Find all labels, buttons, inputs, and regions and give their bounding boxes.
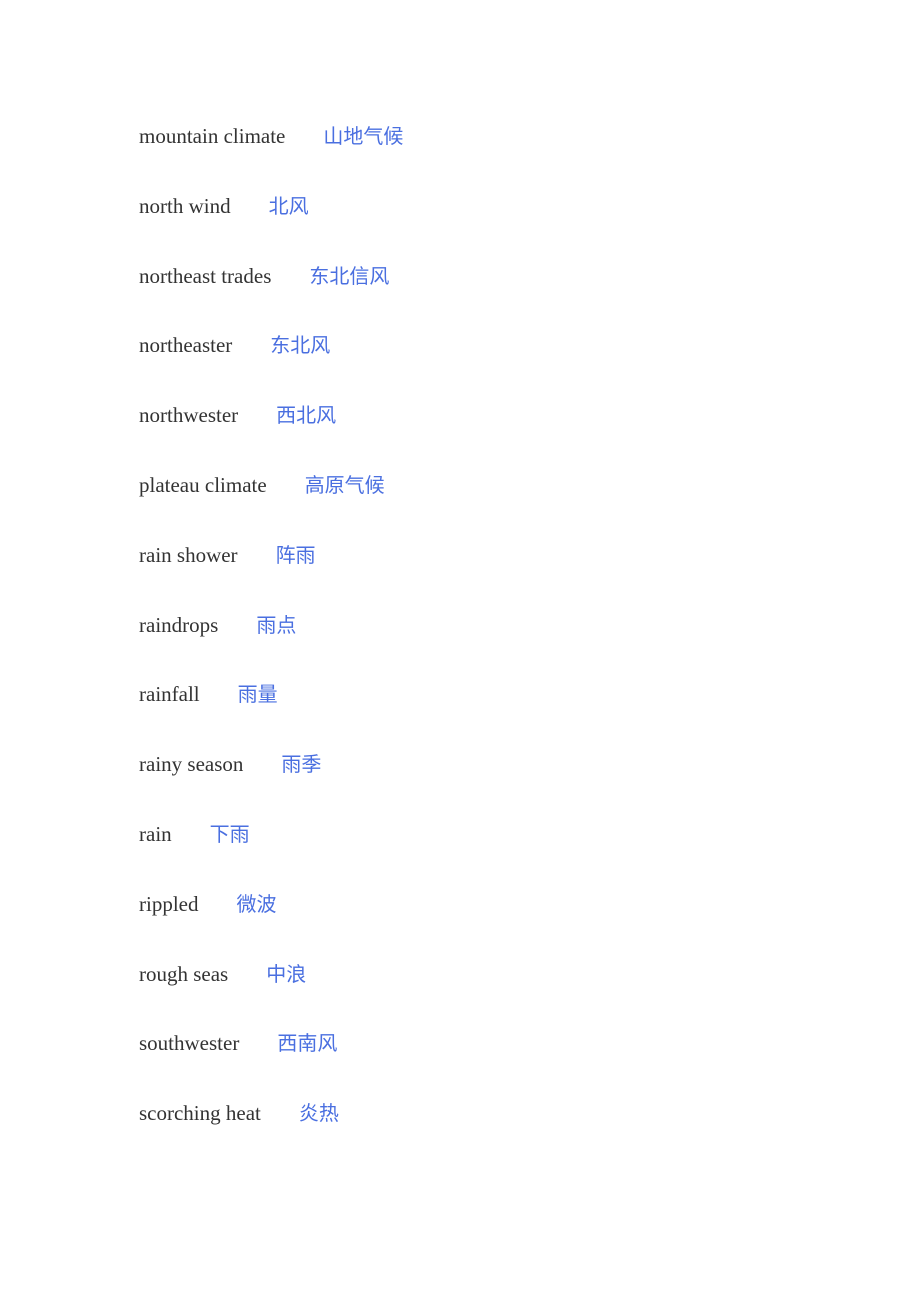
english-term: northeast trades — [139, 263, 272, 288]
vocabulary-entry: north wind 北风 — [139, 188, 403, 258]
chinese-translation: 炎热 — [298, 1101, 339, 1126]
vocabulary-entry: rough seas 中浪 — [139, 956, 403, 1026]
chinese-translation: 西南风 — [277, 1031, 338, 1056]
chinese-translation: 西北风 — [276, 403, 337, 428]
vocabulary-entry: northeaster 东北风 — [139, 327, 403, 397]
vocabulary-entry: rainy season 雨季 — [139, 746, 403, 816]
vocabulary-entry: rippled 微波 — [139, 886, 403, 956]
vocabulary-entry: rain shower 阵雨 — [139, 537, 403, 607]
english-term: mountain climate — [139, 124, 286, 148]
vocabulary-entry: northeast trades 东北信风 — [139, 258, 403, 328]
chinese-translation: 东北信风 — [309, 263, 390, 288]
english-term: scorching heat — [139, 1101, 261, 1126]
english-term: north wind — [139, 193, 231, 218]
vocabulary-entry: southwester 西南风 — [139, 1025, 403, 1095]
vocabulary-entry: northwester 西北风 — [139, 397, 403, 467]
english-term: northeaster — [139, 333, 233, 358]
english-term: rainfall — [139, 682, 200, 707]
chinese-translation: 雨量 — [237, 682, 278, 707]
vocabulary-entry: mountain climate 山地气候 — [139, 118, 403, 188]
english-term: southwester — [139, 1031, 240, 1056]
english-term: northwester — [139, 403, 239, 428]
english-term: rain shower — [139, 542, 238, 567]
english-term: rain — [139, 821, 172, 846]
vocabulary-entry: plateau climate 高原气候 — [139, 467, 403, 537]
chinese-translation: 下雨 — [209, 821, 250, 846]
vocabulary-list: mountain climate 山地气候 north wind 北风 northeas… — [139, 118, 403, 1165]
english-term: plateau climate — [139, 472, 267, 497]
english-term: rough seas — [139, 961, 229, 986]
chinese-translation: 雨点 — [256, 612, 297, 637]
vocabulary-entry: rainfall 雨量 — [139, 676, 403, 746]
english-term: raindrops — [139, 612, 219, 637]
vocabulary-entry: scorching heat 炎热 — [139, 1095, 403, 1165]
chinese-translation: 阵雨 — [275, 542, 316, 567]
chinese-translation: 中浪 — [266, 961, 307, 986]
vocabulary-entry: rain 下雨 — [139, 816, 403, 886]
chinese-translation: 雨季 — [281, 752, 322, 777]
english-term: rippled — [139, 891, 199, 916]
vocabulary-entry: raindrops 雨点 — [139, 607, 403, 677]
chinese-translation: 高原气候 — [304, 472, 385, 497]
chinese-translation: 北风 — [268, 193, 309, 218]
chinese-translation: 微波 — [236, 891, 277, 916]
chinese-translation: 东北风 — [270, 333, 331, 358]
chinese-translation: 山地气候 — [323, 124, 404, 148]
english-term: rainy season — [139, 752, 244, 777]
